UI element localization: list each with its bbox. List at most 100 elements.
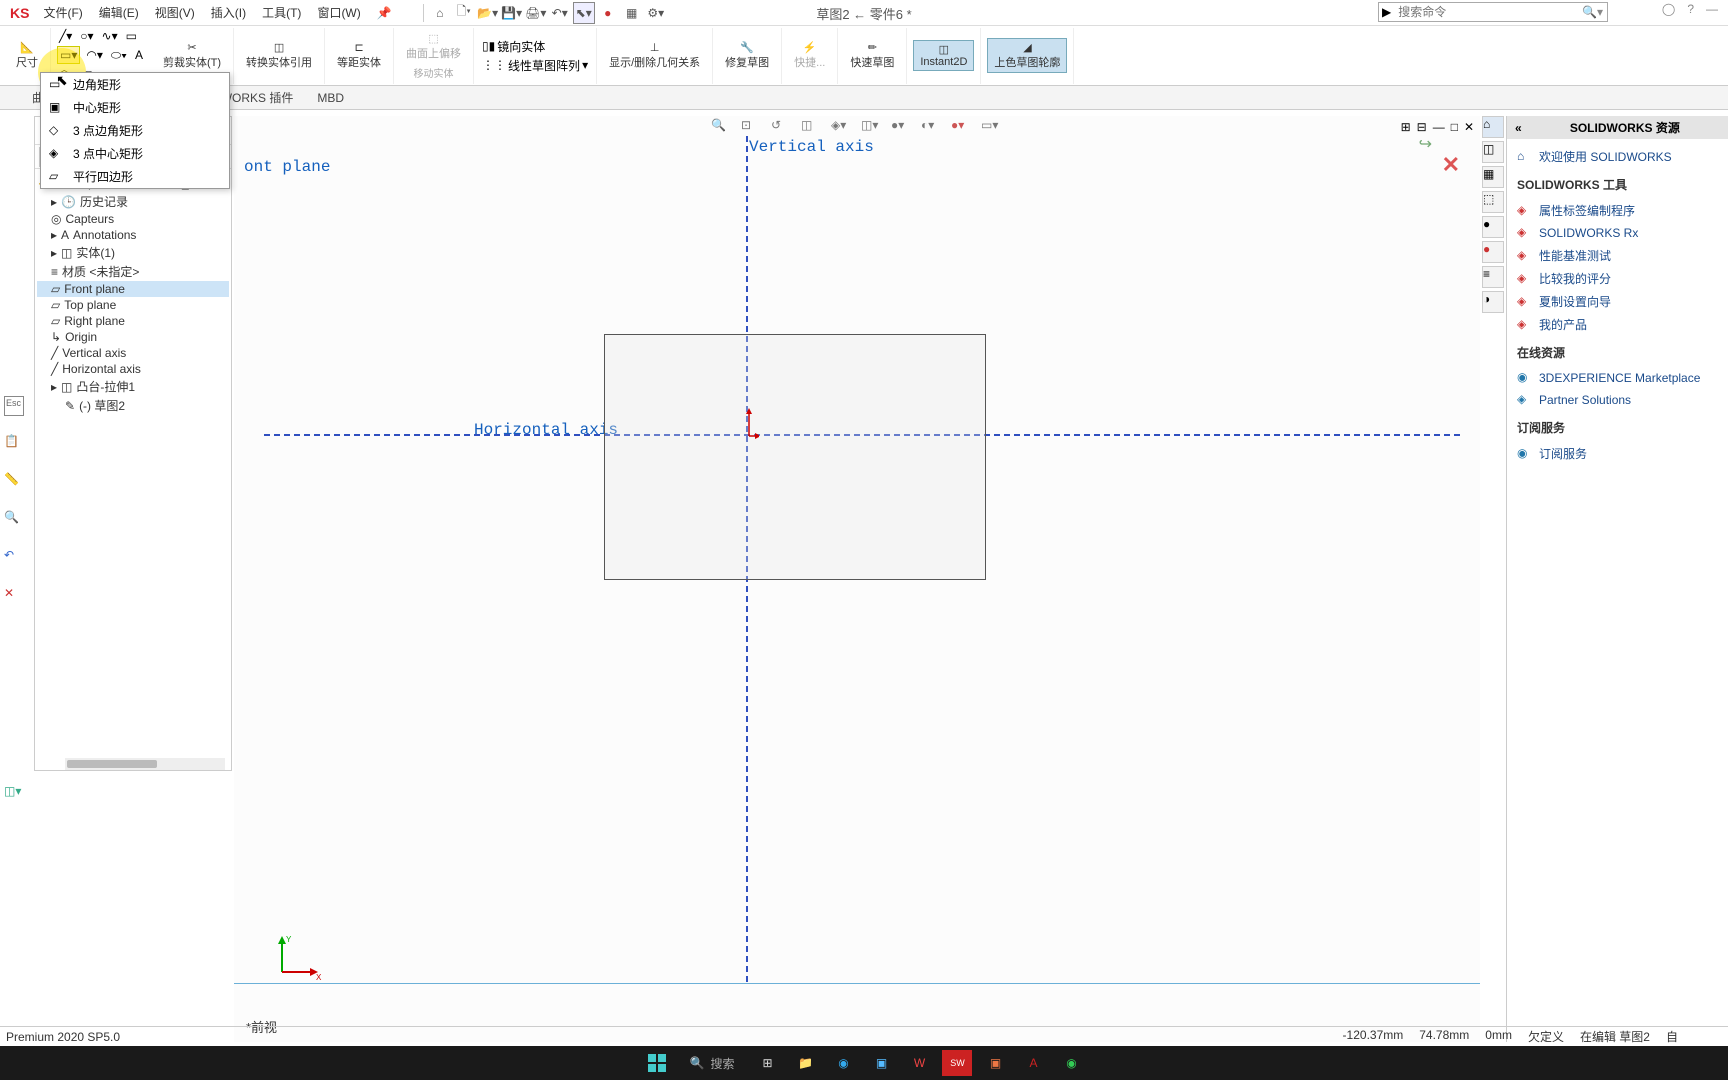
tree-vaxis[interactable]: ╱ Vertical axis: [37, 345, 229, 361]
mirror-button[interactable]: ▯▮ 镜向实体: [480, 37, 547, 56]
my-products-link[interactable]: ◈我的产品: [1517, 313, 1718, 336]
rebuild-icon[interactable]: ●: [597, 2, 619, 24]
taskview-icon[interactable]: ⊞: [752, 1050, 782, 1076]
tree-annotations[interactable]: ▸A Annotations: [37, 227, 229, 243]
explorer-icon[interactable]: 📁: [790, 1050, 820, 1076]
help-icon[interactable]: ?: [1687, 2, 1694, 16]
partner-link[interactable]: ◈Partner Solutions: [1517, 389, 1718, 411]
tree-origin[interactable]: ↳ Origin: [37, 329, 229, 345]
vp-close-icon[interactable]: ✕: [1464, 120, 1474, 134]
spline-tool[interactable]: ∿▾: [100, 28, 120, 44]
vp-max-icon[interactable]: □: [1451, 120, 1458, 134]
display-icon[interactable]: ◈▾: [831, 118, 853, 140]
rtab-3[interactable]: ▦: [1482, 166, 1504, 188]
offset-entities-button[interactable]: ⊏ 等距实体: [331, 39, 387, 72]
user-icon[interactable]: ◯: [1662, 2, 1675, 16]
tree-boss[interactable]: ▸◫ 凸台-拉伸1: [37, 377, 229, 396]
magnify-icon[interactable]: 🔍: [4, 510, 24, 530]
orient-icon[interactable]: ◫▾: [861, 118, 883, 140]
tree-right-plane[interactable]: ▱ Right plane: [37, 313, 229, 329]
options-icon[interactable]: ▦: [621, 2, 643, 24]
line-tool[interactable]: ╱▾: [57, 28, 74, 44]
tree-material[interactable]: ≡ 材质 <未指定>: [37, 262, 229, 281]
trim-entities-button[interactable]: ✂ 剪裁实体(T): [157, 39, 227, 72]
rectangle-tool[interactable]: ▭▾: [57, 46, 80, 64]
three-point-center-rect-item[interactable]: ◈ 3 点中心矩形: [41, 142, 229, 165]
sketch-exit-icon[interactable]: ✕: [1442, 152, 1460, 178]
tree-capteurs[interactable]: ◎ Capteurs: [37, 211, 229, 227]
render-icon[interactable]: ▭▾: [981, 118, 1003, 140]
trim-extend-tool[interactable]: ▭: [124, 28, 139, 44]
menu-edit[interactable]: 编辑(E): [91, 4, 147, 21]
autocad-icon[interactable]: A: [1018, 1050, 1048, 1076]
menu-insert[interactable]: 插入(I): [203, 4, 254, 21]
dimension-button[interactable]: 📐 尺寸: [10, 39, 44, 72]
taskbar-search[interactable]: 🔍 搜索: [680, 1055, 745, 1072]
tree-solid[interactable]: ▸◫ 实体(1): [37, 243, 229, 262]
scene-icon[interactable]: ◐▾: [921, 118, 943, 140]
store-icon[interactable]: ▣: [866, 1050, 896, 1076]
arc-tool[interactable]: ◠▾: [84, 46, 105, 64]
viewport[interactable]: 🔍 ⊡ ↺ ◫ ◈▾ ◫▾ ●▾ ◐▾ ●▾ ▭▾ ⊞ ⊟ — □ ✕ ↪ ✕ …: [234, 116, 1480, 1042]
undo-icon[interactable]: ↶▾: [549, 2, 571, 24]
rtab-6[interactable]: ●: [1482, 241, 1504, 263]
wps-icon[interactable]: W: [904, 1050, 934, 1076]
minimize-icon[interactable]: —: [1706, 2, 1718, 16]
center-rectangle-item[interactable]: ▣ 中心矩形: [41, 96, 229, 119]
print-icon[interactable]: 🖨▾: [525, 2, 547, 24]
rx-link[interactable]: ◈SOLIDWORKS Rx: [1517, 222, 1718, 244]
pattern-button[interactable]: ⋮⋮ 线性草图阵列 ▾: [480, 56, 590, 75]
repair-sketch-button[interactable]: 🔧 修复草图: [719, 39, 775, 72]
vp-split-icon[interactable]: ⊟: [1417, 120, 1427, 134]
tree-scrollbar[interactable]: [65, 758, 225, 770]
esc-icon[interactable]: Esc: [4, 396, 24, 416]
three-point-corner-rect-item[interactable]: ◇ 3 点边角矩形: [41, 119, 229, 142]
measure-icon[interactable]: 📏: [4, 472, 24, 492]
shade-icon[interactable]: ●▾: [891, 118, 913, 140]
copy-settings-link[interactable]: ◈夏制设置向导: [1517, 290, 1718, 313]
rtab-1[interactable]: ⌂: [1482, 116, 1504, 138]
collapse-icon[interactable]: «: [1515, 121, 1522, 135]
menu-tools[interactable]: 工具(T): [254, 4, 309, 21]
corner-rectangle-item[interactable]: ▭ 边角矩形: [41, 73, 229, 96]
rtab-7[interactable]: ≡: [1482, 266, 1504, 288]
rtab-4[interactable]: ⬚: [1482, 191, 1504, 213]
cube-icon[interactable]: ◫▾: [4, 784, 24, 804]
tree-haxis[interactable]: ╱ Horizontal axis: [37, 361, 229, 377]
solidworks-icon[interactable]: SW: [942, 1050, 972, 1076]
tree-front-plane[interactable]: ▱ Front plane: [37, 281, 229, 297]
search-input[interactable]: [1394, 5, 1578, 19]
new-icon[interactable]: 🗋▾: [453, 2, 475, 24]
ellipse-tool[interactable]: ⬭▾: [109, 46, 129, 64]
relations-button[interactable]: ⊥ 显示/删除几何关系: [603, 39, 706, 72]
search-icon[interactable]: 🔍▾: [1578, 5, 1607, 19]
zoom-fit-icon[interactable]: 🔍: [711, 118, 733, 140]
appearance-icon[interactable]: ●▾: [951, 118, 973, 140]
text-tool[interactable]: A: [133, 46, 145, 64]
property-tag-link[interactable]: ◈属性标签编制程序: [1517, 199, 1718, 222]
rtab-2[interactable]: ◫: [1482, 141, 1504, 163]
tree-top-plane[interactable]: ▱ Top plane: [37, 297, 229, 313]
save-icon[interactable]: 💾▾: [501, 2, 523, 24]
welcome-link[interactable]: ⌂ 欢迎使用 SOLIDWORKS: [1517, 145, 1718, 168]
tree-history[interactable]: ▸🕒 历史记录: [37, 192, 229, 211]
shaded-contour-button[interactable]: ◢ 上色草图轮廓: [987, 38, 1067, 73]
undo2-icon[interactable]: ↶: [4, 548, 24, 568]
open-icon[interactable]: 📂▾: [477, 2, 499, 24]
menu-view[interactable]: 视图(V): [147, 4, 203, 21]
menu-pin-icon[interactable]: 📌: [369, 6, 400, 20]
menu-file[interactable]: 文件(F): [35, 4, 90, 21]
edge-icon[interactable]: ◉: [828, 1050, 858, 1076]
wechat-icon[interactable]: ◉: [1056, 1050, 1086, 1076]
tree-sketch2[interactable]: ✎ (-) 草图2: [37, 396, 229, 415]
marketplace-link[interactable]: ◉3DEXPERIENCE Marketplace: [1517, 367, 1718, 389]
subscription-link[interactable]: ◉订阅服务: [1517, 442, 1718, 465]
select-icon[interactable]: ⬉▾: [573, 2, 595, 24]
section-icon[interactable]: ◫: [801, 118, 823, 140]
menu-window[interactable]: 窗口(W): [309, 4, 368, 21]
vp-min-icon[interactable]: —: [1433, 120, 1445, 134]
compare-link[interactable]: ◈比较我的评分: [1517, 267, 1718, 290]
prev-view-icon[interactable]: ↺: [771, 118, 793, 140]
vp-tile-icon[interactable]: ⊞: [1401, 120, 1411, 134]
parallelogram-item[interactable]: ▱ 平行四边形: [41, 165, 229, 188]
